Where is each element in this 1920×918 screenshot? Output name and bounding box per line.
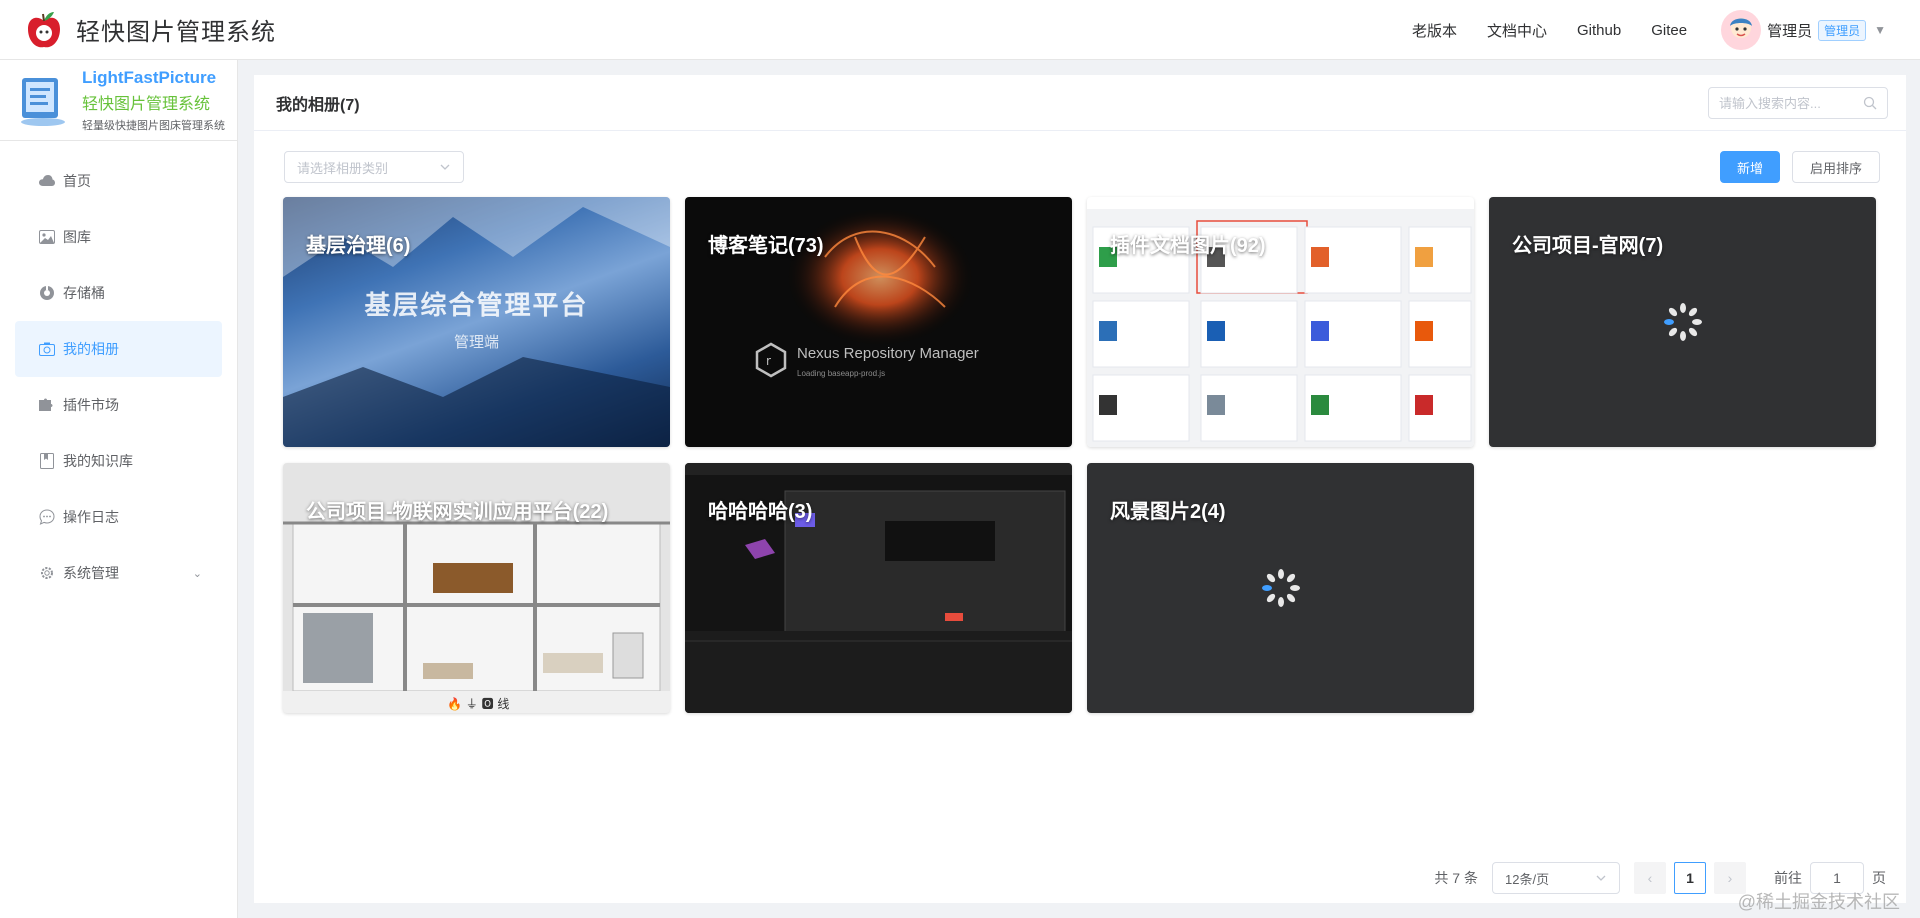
main-header: 我的相册(7): [254, 75, 1906, 131]
gear-icon: [39, 565, 55, 581]
brand-name: LightFastPicture: [82, 67, 217, 87]
main-panel: 我的相册(7) 请选择相册类别 新增 启用排序 基层综合管理平台 管理端 基层治…: [254, 75, 1906, 903]
top-nav: 老版本 文档中心 Github Gitee 管理员 管理员 ▼: [1412, 0, 1920, 60]
nav-docs[interactable]: 文档中心: [1487, 20, 1547, 41]
add-album-button[interactable]: 新增: [1720, 151, 1780, 183]
sidebar-item-label: 操作日志: [63, 509, 119, 525]
album-card[interactable]: r Nexus Repository Manager Loading basea…: [685, 197, 1072, 447]
album-card[interactable]: 插件文档图片(92): [1087, 197, 1474, 447]
sidebar-item-my-album[interactable]: 我的相册: [15, 321, 222, 377]
svg-text:🔥 ⏚ 🅾 线: 🔥 ⏚ 🅾 线: [447, 697, 509, 711]
category-select[interactable]: 请选择相册类别: [284, 151, 464, 183]
cover-text: Nexus Repository Manager: [797, 345, 979, 362]
sidebar-item-home[interactable]: 首页: [15, 153, 222, 209]
brand: LightFastPicture 轻快图片管理系统 轻量级快捷图片图床管理系统: [0, 60, 237, 141]
album-card[interactable]: 风景图片2(4): [1087, 463, 1474, 713]
album-title: 公司项目-物联网实训应用平台(22): [306, 501, 609, 523]
page-size-value: 12条/页: [1505, 871, 1550, 887]
sidebar-item-label: 图库: [63, 229, 91, 245]
album-card[interactable]: 公司项目-官网(7): [1489, 197, 1876, 447]
loading-spinner-icon: [1663, 303, 1702, 341]
album-title: 插件文档图片(92): [1110, 235, 1266, 257]
page-title: 我的相册(7): [276, 96, 360, 114]
cover-subtext: Loading baseapp-prod.js: [797, 369, 886, 378]
loading-spinner-icon: [1261, 569, 1300, 607]
page-number-current[interactable]: 1: [1674, 862, 1706, 894]
chevron-down-icon: [439, 161, 451, 176]
avatar[interactable]: [1721, 10, 1762, 50]
search-input[interactable]: [1719, 95, 1859, 111]
sidebar-item-label: 系统管理: [63, 565, 119, 581]
camera-icon: [39, 341, 55, 357]
chevron-down-icon[interactable]: ⌄: [193, 567, 202, 580]
brand-logo-icon: [18, 72, 68, 128]
chevron-right-icon: ›: [1727, 870, 1733, 886]
album-title: 博客笔记(73): [708, 235, 824, 257]
cover-text: 基层综合管理平台: [364, 290, 589, 320]
sidebar-item-system[interactable]: 系统管理 ⌄: [15, 545, 222, 601]
chevron-down-icon[interactable]: ▼: [1874, 23, 1886, 37]
image-icon: [39, 229, 55, 245]
sidebar: LightFastPicture 轻快图片管理系统 轻量级快捷图片图床管理系统 …: [0, 60, 238, 918]
album-title: 基层治理(6): [306, 235, 411, 257]
enable-sort-button[interactable]: 启用排序: [1792, 151, 1880, 183]
sidebar-item-label: 我的知识库: [63, 453, 133, 469]
sidebar-item-plugins[interactable]: 插件市场: [15, 377, 222, 433]
apple-logo-icon[interactable]: [22, 8, 66, 52]
total-count: 共 7 条: [1434, 870, 1478, 886]
sidebar-item-gallery[interactable]: 图库: [15, 209, 222, 265]
chat-icon: [39, 509, 55, 525]
chevron-down-icon: [1595, 872, 1607, 887]
top-header: 轻快图片管理系统 老版本 文档中心 Github Gitee 管理员 管理员 ▼: [0, 0, 1920, 60]
search-icon[interactable]: [1863, 96, 1877, 115]
page-unit-label: 页: [1872, 870, 1886, 886]
sidebar-item-label: 存储桶: [63, 285, 105, 301]
sidebar-item-logs[interactable]: 操作日志: [15, 489, 222, 545]
chevron-left-icon: ‹: [1647, 870, 1653, 886]
cloud-icon: [39, 173, 55, 189]
nav-gitee[interactable]: Gitee: [1651, 22, 1687, 39]
watermark: @稀土掘金技术社区: [1737, 892, 1900, 912]
prev-page-button[interactable]: ‹: [1634, 862, 1666, 894]
album-card[interactable]: 基层综合管理平台 管理端 基层治理(6): [283, 197, 670, 447]
nav-github[interactable]: Github: [1577, 22, 1621, 39]
nav-old-version[interactable]: 老版本: [1412, 20, 1457, 41]
album-title: 公司项目-官网(7): [1512, 235, 1664, 257]
album-card[interactable]: 哈哈哈哈(3): [685, 463, 1072, 713]
user-name[interactable]: 管理员: [1767, 20, 1812, 41]
album-title: 哈哈哈哈(3): [708, 501, 813, 523]
puzzle-icon: [39, 397, 55, 413]
sidebar-item-label: 我的相册: [63, 341, 119, 357]
sidebar-item-bucket[interactable]: 存储桶: [15, 265, 222, 321]
app-title: 轻快图片管理系统: [76, 19, 276, 46]
sidebar-item-label: 首页: [63, 173, 91, 189]
nexus-logo-icon: r: [755, 342, 787, 378]
sidebar-menu: 首页 图库 存储桶 我的相册 插件市场 我的知识库 操作日志 系统管理 ⌄: [0, 141, 237, 613]
svg-text:r: r: [766, 354, 771, 368]
album-card[interactable]: 🔥 ⏚ 🅾 线 公司项目-物联网实训应用平台(22): [283, 463, 670, 713]
bucket-icon: [39, 285, 55, 301]
category-placeholder: 请选择相册类别: [297, 160, 389, 176]
brand-subtitle: 轻快图片管理系统: [82, 95, 211, 113]
sidebar-item-label: 插件市场: [63, 397, 119, 413]
brand-description: 轻量级快捷图片图床管理系统: [82, 119, 225, 132]
toolbar: 请选择相册类别 新增 启用排序: [284, 151, 1880, 185]
sidebar-item-knowledge[interactable]: 我的知识库: [15, 433, 222, 489]
search-field[interactable]: [1708, 87, 1888, 119]
page-size-select[interactable]: 12条/页: [1492, 862, 1620, 894]
role-badge: 管理员: [1818, 19, 1867, 41]
album-title: 风景图片2(4): [1110, 501, 1226, 523]
cover-subtext: 管理端: [453, 334, 499, 351]
book-icon: [39, 453, 55, 469]
goto-label: 前往: [1774, 870, 1802, 886]
